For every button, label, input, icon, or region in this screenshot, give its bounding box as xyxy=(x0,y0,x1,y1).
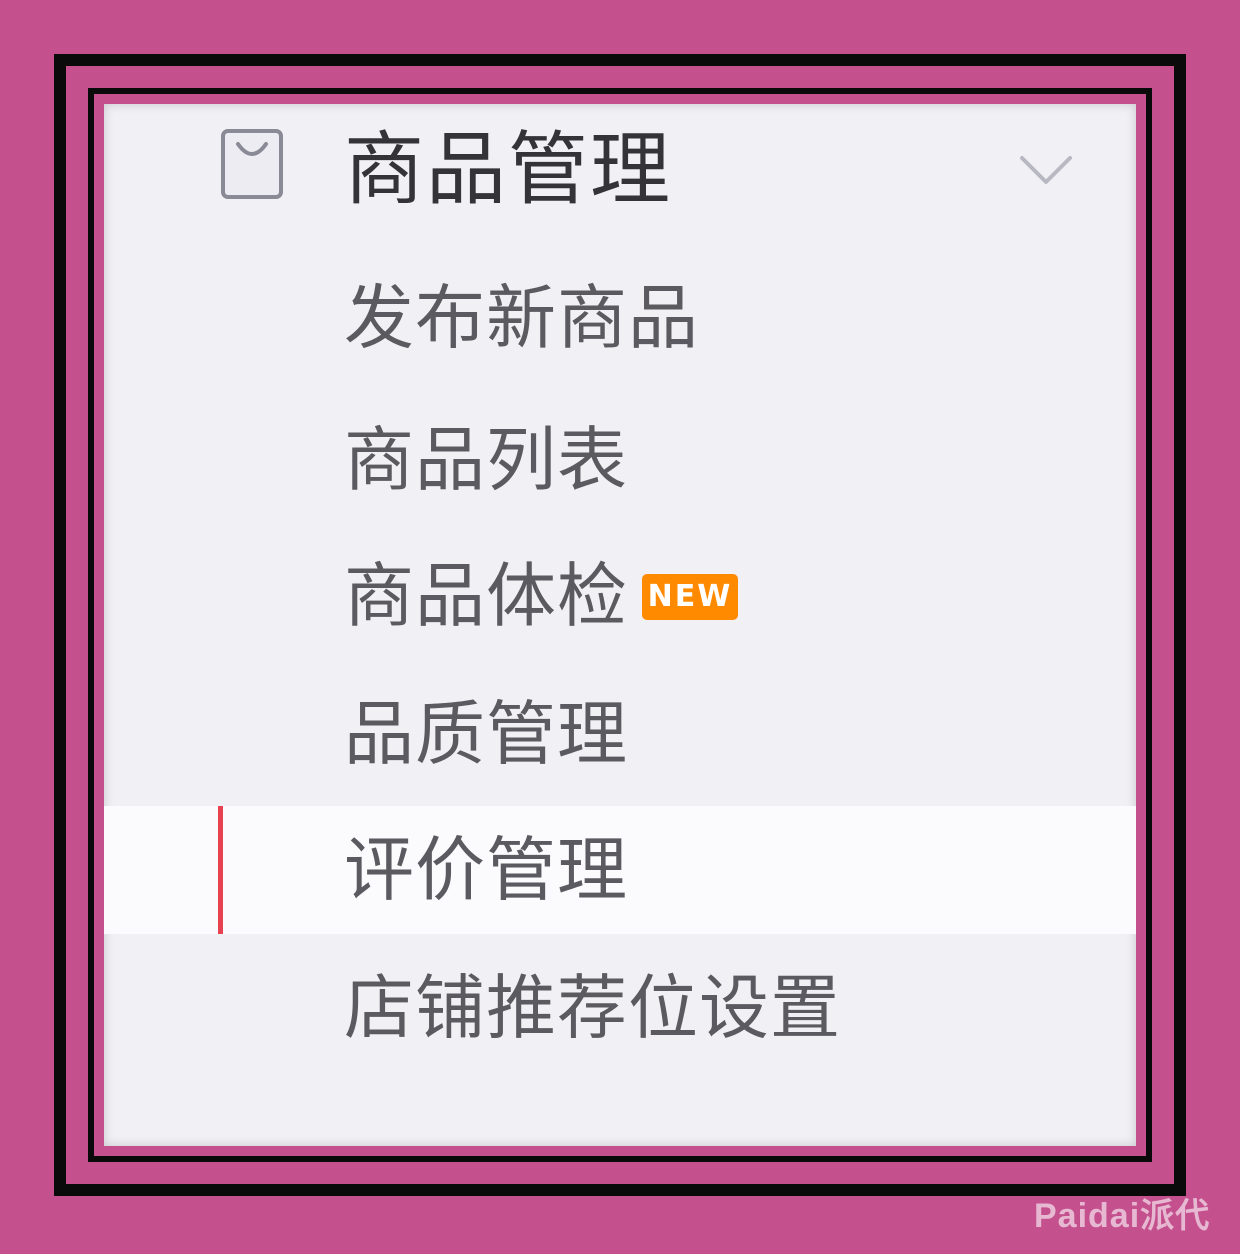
menu-item-label: 发布新商品 xyxy=(344,277,699,359)
menu-item-label: 评价管理 xyxy=(344,829,628,911)
menu-item-store-recommendation-settings[interactable]: 店铺推荐位设置 xyxy=(104,944,1136,1072)
menu-group-title: 商品管理 xyxy=(344,123,672,216)
menu-item-quality-management[interactable]: 品质管理 xyxy=(104,670,1136,798)
inner-frame: 商品管理 发布新商品 商品列表 商品体检 NEW 品质管理 评价管理 店铺推荐位… xyxy=(88,88,1152,1162)
menu-group-header[interactable]: 商品管理 xyxy=(104,104,1136,254)
shopping-bag-icon xyxy=(221,129,283,199)
menu-item-label: 店铺推荐位设置 xyxy=(344,967,841,1049)
sidebar-menu-panel: 商品管理 发布新商品 商品列表 商品体检 NEW 品质管理 评价管理 店铺推荐位… xyxy=(104,104,1136,1146)
active-indicator xyxy=(218,806,223,934)
menu-item-product-checkup[interactable]: 商品体检 NEW xyxy=(104,532,1136,660)
menu-item-product-list[interactable]: 商品列表 xyxy=(104,396,1136,524)
menu-item-publish-product[interactable]: 发布新商品 xyxy=(104,254,1136,382)
menu-item-label: 商品列表 xyxy=(344,419,628,501)
menu-item-review-management[interactable]: 评价管理 xyxy=(104,806,1136,934)
menu-item-label: 品质管理 xyxy=(344,693,628,775)
watermark-logo: Paidai派代 xyxy=(1034,1197,1211,1235)
new-badge: NEW xyxy=(642,574,738,620)
menu-item-label: 商品体检 xyxy=(344,555,628,637)
outer-frame: 商品管理 发布新商品 商品列表 商品体检 NEW 品质管理 评价管理 店铺推荐位… xyxy=(54,54,1186,1196)
chevron-down-icon[interactable] xyxy=(1018,150,1074,190)
